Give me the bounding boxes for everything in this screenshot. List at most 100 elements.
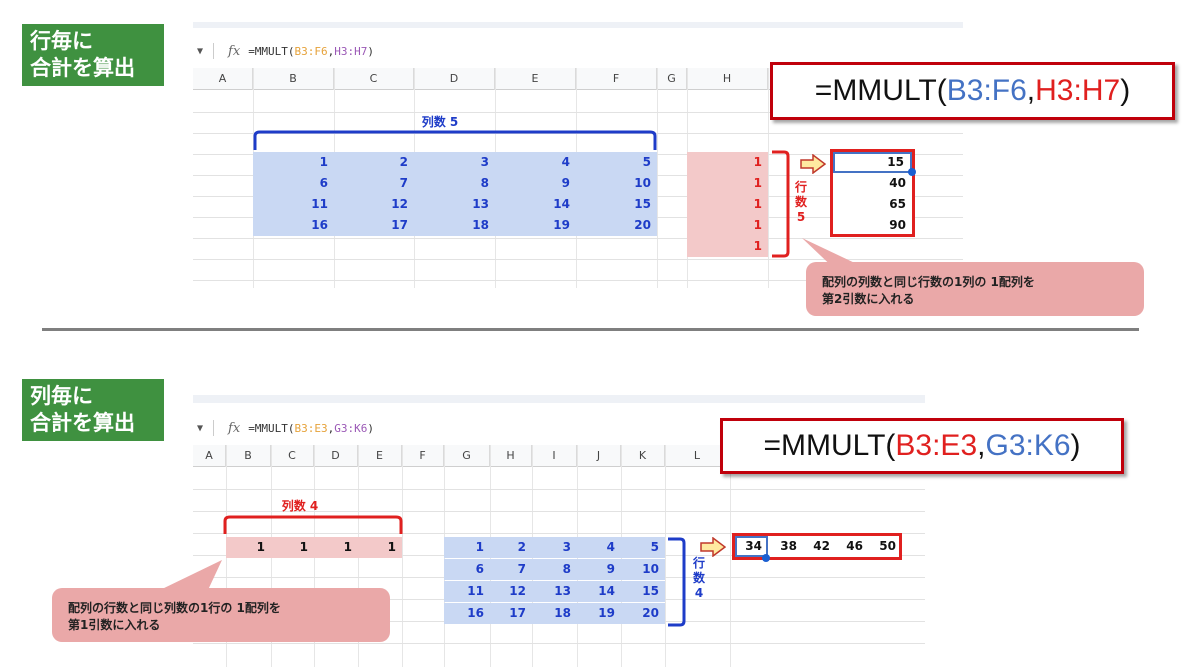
column-header-b[interactable]: B <box>226 445 271 467</box>
fill-handle[interactable] <box>908 168 916 176</box>
matrix-cell[interactable]: 17 <box>334 215 414 236</box>
function-icon: fx <box>228 420 241 436</box>
grid-line <box>768 68 769 288</box>
vector-cell[interactable]: 1 <box>687 215 768 236</box>
column-count-label-1: 列数 5 <box>421 115 459 129</box>
matrix-cell[interactable]: 16 <box>253 215 334 236</box>
fill-handle[interactable] <box>762 554 770 562</box>
matrix-cell[interactable]: 20 <box>621 603 665 624</box>
result-cell[interactable]: 42 <box>801 536 834 557</box>
column-header-c[interactable]: C <box>271 445 314 467</box>
column-header-j[interactable]: J <box>577 445 621 467</box>
chevron-down-icon[interactable]: ▼ <box>197 423 203 434</box>
grid-line <box>193 489 925 490</box>
matrix-cell[interactable]: 12 <box>334 194 414 215</box>
column-count-label-2: 列数 4 <box>281 499 319 513</box>
column-header-d[interactable]: D <box>314 445 358 467</box>
result-cell[interactable]: 40 <box>833 173 912 194</box>
result-cell[interactable]: 38 <box>768 536 801 557</box>
matrix-cell[interactable]: 8 <box>414 173 495 194</box>
column-sum-tag-line2: 合計を算出 <box>30 411 135 435</box>
column-header-i[interactable]: I <box>532 445 577 467</box>
formula-text-1[interactable]: =MMULT(B3:F6,H3:H7) <box>248 45 374 58</box>
matrix-cell[interactable]: 13 <box>414 194 495 215</box>
vector-cell[interactable]: 1 <box>358 537 402 558</box>
column-brace-1 <box>253 130 657 150</box>
result-cell[interactable]: 65 <box>833 194 912 215</box>
matrix-cell[interactable]: 3 <box>414 152 495 173</box>
matrix-cell[interactable]: 15 <box>621 581 665 602</box>
chevron-down-icon[interactable]: ▼ <box>197 46 203 57</box>
column-brace-2 <box>223 515 403 534</box>
matrix-cell[interactable]: 2 <box>490 537 532 558</box>
formula-bar-1[interactable]: ▼ fx =MMULT(B3:F6,H3:H7) <box>193 40 374 62</box>
matrix-cell[interactable]: 20 <box>576 215 657 236</box>
column-header-b[interactable]: B <box>253 68 334 90</box>
vector-cell[interactable]: 1 <box>687 152 768 173</box>
matrix-cell[interactable]: 19 <box>577 603 621 624</box>
matrix-cell[interactable]: 19 <box>495 215 576 236</box>
result-cell[interactable]: 15 <box>833 152 912 173</box>
column-header-a[interactable]: A <box>193 445 226 467</box>
column-header-d[interactable]: D <box>414 68 495 90</box>
matrix-cell[interactable]: 16 <box>444 603 490 624</box>
matrix-cell[interactable]: 12 <box>490 581 532 602</box>
vector-cell[interactable]: 1 <box>271 537 314 558</box>
column-header-k[interactable]: K <box>621 445 665 467</box>
grid-line <box>193 643 925 644</box>
matrix-cell[interactable]: 11 <box>253 194 334 215</box>
matrix-cell[interactable]: 18 <box>414 215 495 236</box>
column-header-e[interactable]: E <box>358 445 402 467</box>
matrix-cell[interactable]: 10 <box>576 173 657 194</box>
matrix-cell[interactable]: 5 <box>576 152 657 173</box>
column-header-h[interactable]: H <box>687 68 768 90</box>
matrix-cell[interactable]: 9 <box>577 559 621 580</box>
formula-bar-2[interactable]: ▼ fx =MMULT(B3:E3,G3:K6) <box>193 417 374 439</box>
column-header-a[interactable]: A <box>193 68 253 90</box>
matrix-cell[interactable]: 4 <box>577 537 621 558</box>
matrix-cell[interactable]: 2 <box>334 152 414 173</box>
vector-cell[interactable]: 1 <box>226 537 271 558</box>
vector-cell[interactable]: 1 <box>687 173 768 194</box>
matrix-cell[interactable]: 6 <box>253 173 334 194</box>
column-header-g[interactable]: G <box>444 445 490 467</box>
big-formula-2: =MMULT(B3:E3, G3:K6) <box>720 418 1124 474</box>
matrix-cell[interactable]: 3 <box>532 537 577 558</box>
matrix-cell[interactable]: 8 <box>532 559 577 580</box>
result-range-1[interactable]: 15 40 65 90 <box>830 149 915 237</box>
matrix-cell[interactable]: 6 <box>444 559 490 580</box>
matrix-cell[interactable]: 11 <box>444 581 490 602</box>
matrix-cell[interactable]: 7 <box>490 559 532 580</box>
matrix-cell[interactable]: 9 <box>495 173 576 194</box>
matrix-cell[interactable]: 1 <box>444 537 490 558</box>
column-sum-tag-line1: 列毎に <box>30 384 93 408</box>
column-header-h[interactable]: H <box>490 445 532 467</box>
matrix-cell[interactable]: 5 <box>621 537 665 558</box>
result-range-2[interactable]: 34 38 42 46 50 <box>732 533 902 560</box>
matrix-cell[interactable]: 14 <box>577 581 621 602</box>
formula-text-2[interactable]: =MMULT(B3:E3,G3:K6) <box>248 422 374 435</box>
grid-line <box>657 68 658 288</box>
row-bracket-2 <box>668 537 686 627</box>
matrix-cell[interactable]: 1 <box>253 152 334 173</box>
matrix-cell[interactable]: 10 <box>621 559 665 580</box>
matrix-cell[interactable]: 7 <box>334 173 414 194</box>
matrix-cell[interactable]: 14 <box>495 194 576 215</box>
column-header-c[interactable]: C <box>334 68 414 90</box>
matrix-cell[interactable]: 18 <box>532 603 577 624</box>
result-cell[interactable]: 50 <box>867 536 900 557</box>
vector-cell[interactable]: 1 <box>687 236 768 257</box>
column-sum-tag: 列毎に 合計を算出 <box>22 379 164 441</box>
column-header-e[interactable]: E <box>495 68 576 90</box>
vector-cell[interactable]: 1 <box>314 537 358 558</box>
matrix-cell[interactable]: 4 <box>495 152 576 173</box>
column-header-f[interactable]: F <box>576 68 657 90</box>
result-cell[interactable]: 90 <box>833 215 912 236</box>
result-cell[interactable]: 46 <box>834 536 867 557</box>
matrix-cell[interactable]: 17 <box>490 603 532 624</box>
column-header-g[interactable]: G <box>657 68 687 90</box>
column-header-f[interactable]: F <box>402 445 444 467</box>
vector-cell[interactable]: 1 <box>687 194 768 215</box>
matrix-cell[interactable]: 15 <box>576 194 657 215</box>
matrix-cell[interactable]: 13 <box>532 581 577 602</box>
